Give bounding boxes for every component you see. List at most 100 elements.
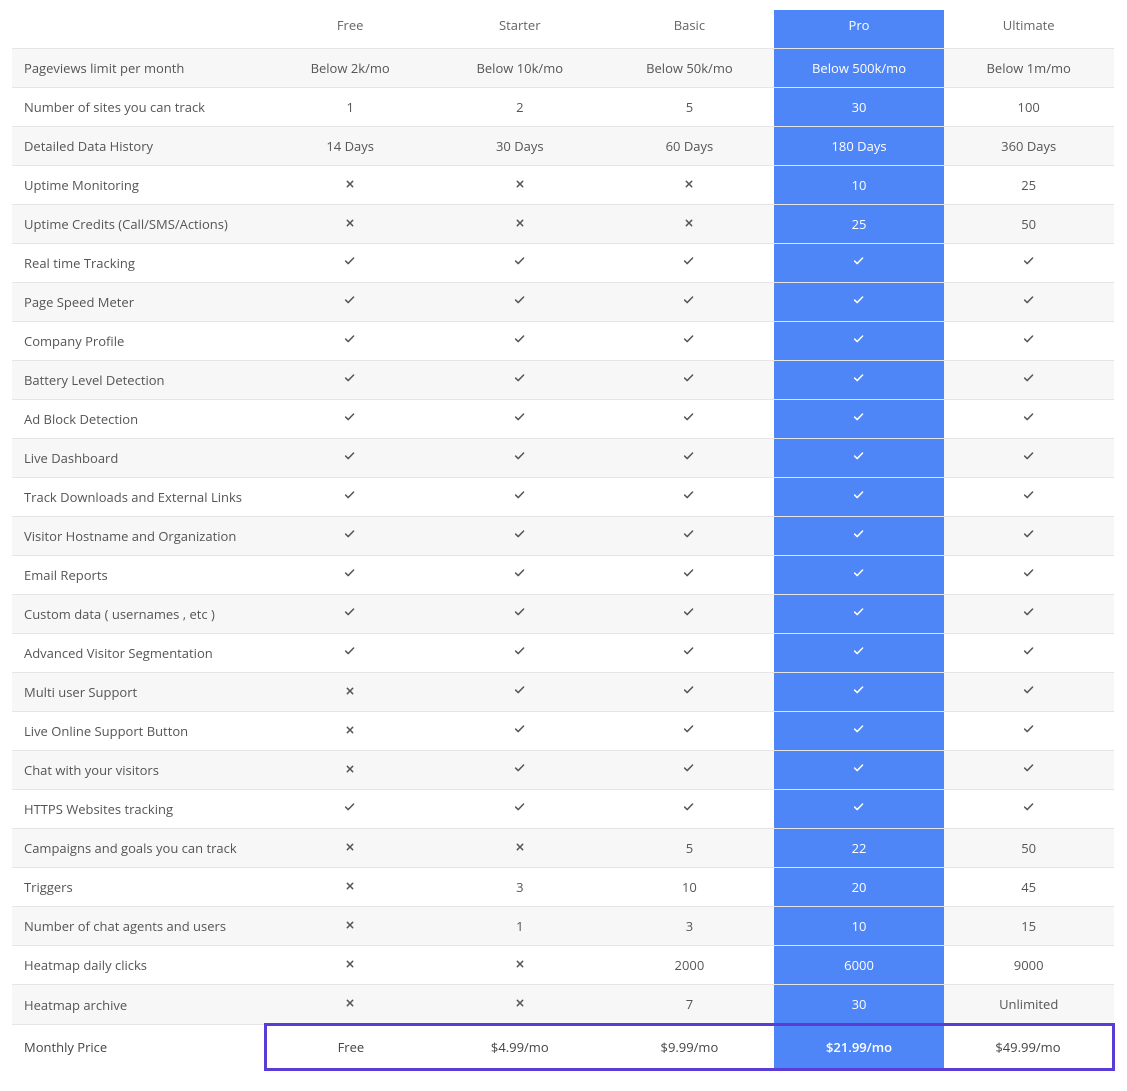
feature-value bbox=[605, 205, 775, 244]
check-icon bbox=[853, 529, 865, 541]
feature-value bbox=[944, 400, 1114, 439]
feature-row: Campaigns and goals you can track52250 bbox=[12, 829, 1114, 868]
feature-row: Page Speed Meter bbox=[12, 283, 1114, 322]
check-icon bbox=[344, 802, 356, 814]
check-icon bbox=[683, 607, 695, 619]
check-icon bbox=[853, 724, 865, 736]
feature-value: 50 bbox=[944, 829, 1114, 868]
feature-value: 100 bbox=[944, 88, 1114, 127]
plan-header: Pro bbox=[774, 10, 944, 49]
feature-row: Multi user Support bbox=[12, 673, 1114, 712]
feature-row: Chat with your visitors bbox=[12, 751, 1114, 790]
check-icon bbox=[344, 256, 356, 268]
plan-header: Ultimate bbox=[944, 10, 1114, 49]
feature-value bbox=[605, 517, 775, 556]
feature-label: Uptime Credits (Call/SMS/Actions) bbox=[12, 205, 265, 244]
feature-value bbox=[774, 322, 944, 361]
feature-row: Uptime Credits (Call/SMS/Actions) 2550 bbox=[12, 205, 1114, 244]
feature-value bbox=[944, 595, 1114, 634]
check-icon bbox=[1023, 724, 1035, 736]
feature-row: Number of sites you can track12530100 bbox=[12, 88, 1114, 127]
feature-value: 50 bbox=[944, 205, 1114, 244]
feature-label: HTTPS Websites tracking bbox=[12, 790, 265, 829]
cross-icon bbox=[514, 178, 526, 190]
feature-label: Email Reports bbox=[12, 556, 265, 595]
feature-label: Custom data ( usernames , etc ) bbox=[12, 595, 265, 634]
check-icon bbox=[683, 256, 695, 268]
check-icon bbox=[514, 685, 526, 697]
feature-label: Triggers bbox=[12, 868, 265, 907]
check-icon bbox=[344, 607, 356, 619]
check-icon bbox=[514, 607, 526, 619]
feature-label: Uptime Monitoring bbox=[12, 166, 265, 205]
check-icon bbox=[1023, 646, 1035, 658]
feature-value: 30 bbox=[774, 88, 944, 127]
feature-value bbox=[435, 712, 605, 751]
feature-value: Below 500k/mo bbox=[774, 49, 944, 88]
feature-value: Below 2k/mo bbox=[265, 49, 435, 88]
feature-label: Number of sites you can track bbox=[12, 88, 265, 127]
feature-value bbox=[944, 517, 1114, 556]
feature-row: Email Reports bbox=[12, 556, 1114, 595]
feature-value: 10 bbox=[774, 907, 944, 946]
feature-value bbox=[265, 673, 435, 712]
feature-value bbox=[265, 907, 435, 946]
feature-value: 20 bbox=[774, 868, 944, 907]
feature-label: Detailed Data History bbox=[12, 127, 265, 166]
check-icon bbox=[683, 295, 695, 307]
cross-icon bbox=[514, 217, 526, 229]
feature-label: Advanced Visitor Segmentation bbox=[12, 634, 265, 673]
feature-value bbox=[605, 166, 775, 205]
check-icon bbox=[514, 724, 526, 736]
feature-value bbox=[265, 751, 435, 790]
feature-label: Track Downloads and External Links bbox=[12, 478, 265, 517]
feature-value: 10 bbox=[774, 166, 944, 205]
check-icon bbox=[514, 529, 526, 541]
feature-value bbox=[435, 556, 605, 595]
check-icon bbox=[344, 412, 356, 424]
feature-label: Visitor Hostname and Organization bbox=[12, 517, 265, 556]
check-icon bbox=[344, 568, 356, 580]
feature-value: Below 1m/mo bbox=[944, 49, 1114, 88]
price-row: Monthly PriceFree$4.99/mo$9.99/mo$21.99/… bbox=[12, 1025, 1114, 1070]
feature-value bbox=[944, 244, 1114, 283]
feature-value: 25 bbox=[944, 166, 1114, 205]
feature-label: Battery Level Detection bbox=[12, 361, 265, 400]
feature-value bbox=[435, 205, 605, 244]
check-icon bbox=[683, 685, 695, 697]
feature-value bbox=[774, 361, 944, 400]
feature-row: Heatmap daily clicks200060009000 bbox=[12, 946, 1114, 985]
feature-value bbox=[605, 673, 775, 712]
feature-value bbox=[265, 829, 435, 868]
feature-value bbox=[944, 634, 1114, 673]
feature-value: 1 bbox=[265, 88, 435, 127]
price-value: $21.99/mo bbox=[774, 1025, 944, 1070]
check-icon bbox=[853, 646, 865, 658]
feature-value: 25 bbox=[774, 205, 944, 244]
feature-value: 22 bbox=[774, 829, 944, 868]
feature-value bbox=[605, 400, 775, 439]
feature-label: Multi user Support bbox=[12, 673, 265, 712]
feature-value bbox=[944, 283, 1114, 322]
feature-value bbox=[944, 712, 1114, 751]
feature-value: 45 bbox=[944, 868, 1114, 907]
feature-value bbox=[774, 283, 944, 322]
feature-label: Live Online Support Button bbox=[12, 712, 265, 751]
check-icon bbox=[853, 568, 865, 580]
check-icon bbox=[683, 763, 695, 775]
feature-label: Number of chat agents and users bbox=[12, 907, 265, 946]
feature-row: Detailed Data History14 Days30 Days60 Da… bbox=[12, 127, 1114, 166]
feature-value bbox=[265, 595, 435, 634]
feature-value bbox=[265, 400, 435, 439]
cross-icon bbox=[344, 685, 356, 697]
feature-row: Advanced Visitor Segmentation bbox=[12, 634, 1114, 673]
check-icon bbox=[344, 451, 356, 463]
feature-value bbox=[435, 283, 605, 322]
check-icon bbox=[683, 412, 695, 424]
feature-value bbox=[265, 283, 435, 322]
feature-value: 5 bbox=[605, 88, 775, 127]
check-icon bbox=[1023, 334, 1035, 346]
price-value: $9.99/mo bbox=[605, 1025, 775, 1070]
cross-icon bbox=[344, 841, 356, 853]
plan-header-row: FreeStarterBasicProUltimate bbox=[12, 10, 1114, 49]
